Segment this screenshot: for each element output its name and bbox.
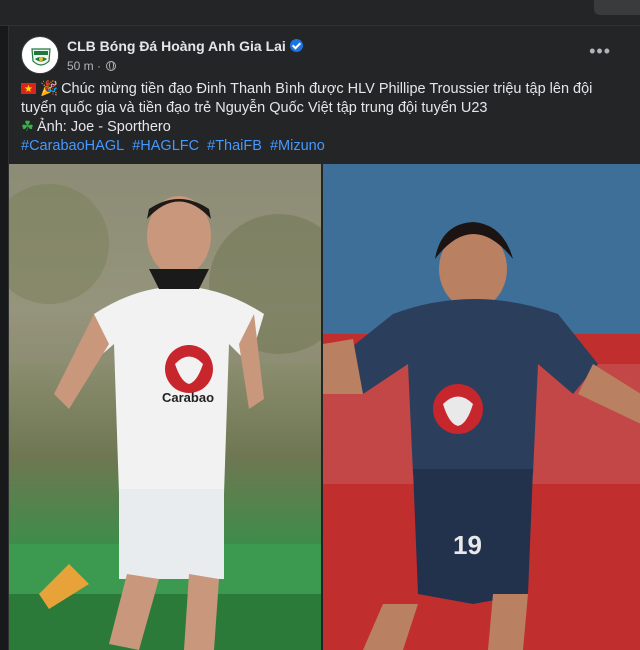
more-options-icon[interactable]: ••• <box>589 42 611 60</box>
globe-icon <box>106 61 117 71</box>
jersey-number-text: 19 <box>453 530 482 560</box>
party-popper-icon: 🎉 <box>40 81 59 97</box>
photo-credit: Ảnh: Joe - Sporthero <box>37 119 171 135</box>
post-message: Chúc mừng tiền đạo Đinh Thanh Bình được … <box>21 81 593 116</box>
hashtag-link[interactable]: #ThaiFB <box>207 138 262 154</box>
hashtag-list: #CarabaoHAGL #HAGLFC #ThaiFB #Mizuno <box>21 137 617 156</box>
photo-right[interactable]: 19 <box>323 164 640 650</box>
verified-badge-icon <box>289 39 303 52</box>
post-content: 🎉Chúc mừng tiền đạo Đinh Thanh Bình được… <box>21 80 617 156</box>
page-name[interactable]: CLB Bóng Đá Hoàng Anh Gia Lai <box>67 38 303 54</box>
page-avatar[interactable] <box>21 36 59 74</box>
post-card: CLB Bóng Đá Hoàng Anh Gia Lai 50 m · •••… <box>8 26 640 650</box>
hashtag-link[interactable]: #HAGLFC <box>132 138 199 154</box>
post-time[interactable]: 50 m <box>67 59 94 73</box>
meta-separator: · <box>97 59 102 73</box>
player-white-kit-image: Carabao <box>9 164 321 650</box>
left-sponsor-text: Carabao <box>162 390 214 405</box>
photo-left[interactable]: Carabao <box>9 164 321 650</box>
hagl-logo-icon <box>23 38 58 73</box>
page-name-text[interactable]: CLB Bóng Đá Hoàng Anh Gia Lai <box>67 38 286 54</box>
clover-icon: ☘ <box>21 119 34 135</box>
photo-grid: Carabao 19 <box>9 164 640 650</box>
photo-credit-line: ☘ Ảnh: Joe - Sporthero <box>21 118 617 137</box>
hashtag-link[interactable]: #Mizuno <box>270 138 325 154</box>
post-meta: 50 m · <box>67 59 117 73</box>
top-bar <box>0 0 640 26</box>
post-header: CLB Bóng Đá Hoàng Anh Gia Lai 50 m · ••• <box>21 36 621 76</box>
post-text: 🎉Chúc mừng tiền đạo Đinh Thanh Bình được… <box>21 80 617 118</box>
player-blue-kit-image: 19 <box>323 164 640 650</box>
hashtag-link[interactable]: #CarabaoHAGL <box>21 138 124 154</box>
top-bar-control[interactable] <box>594 0 640 15</box>
vietnam-flag-icon <box>21 80 36 99</box>
